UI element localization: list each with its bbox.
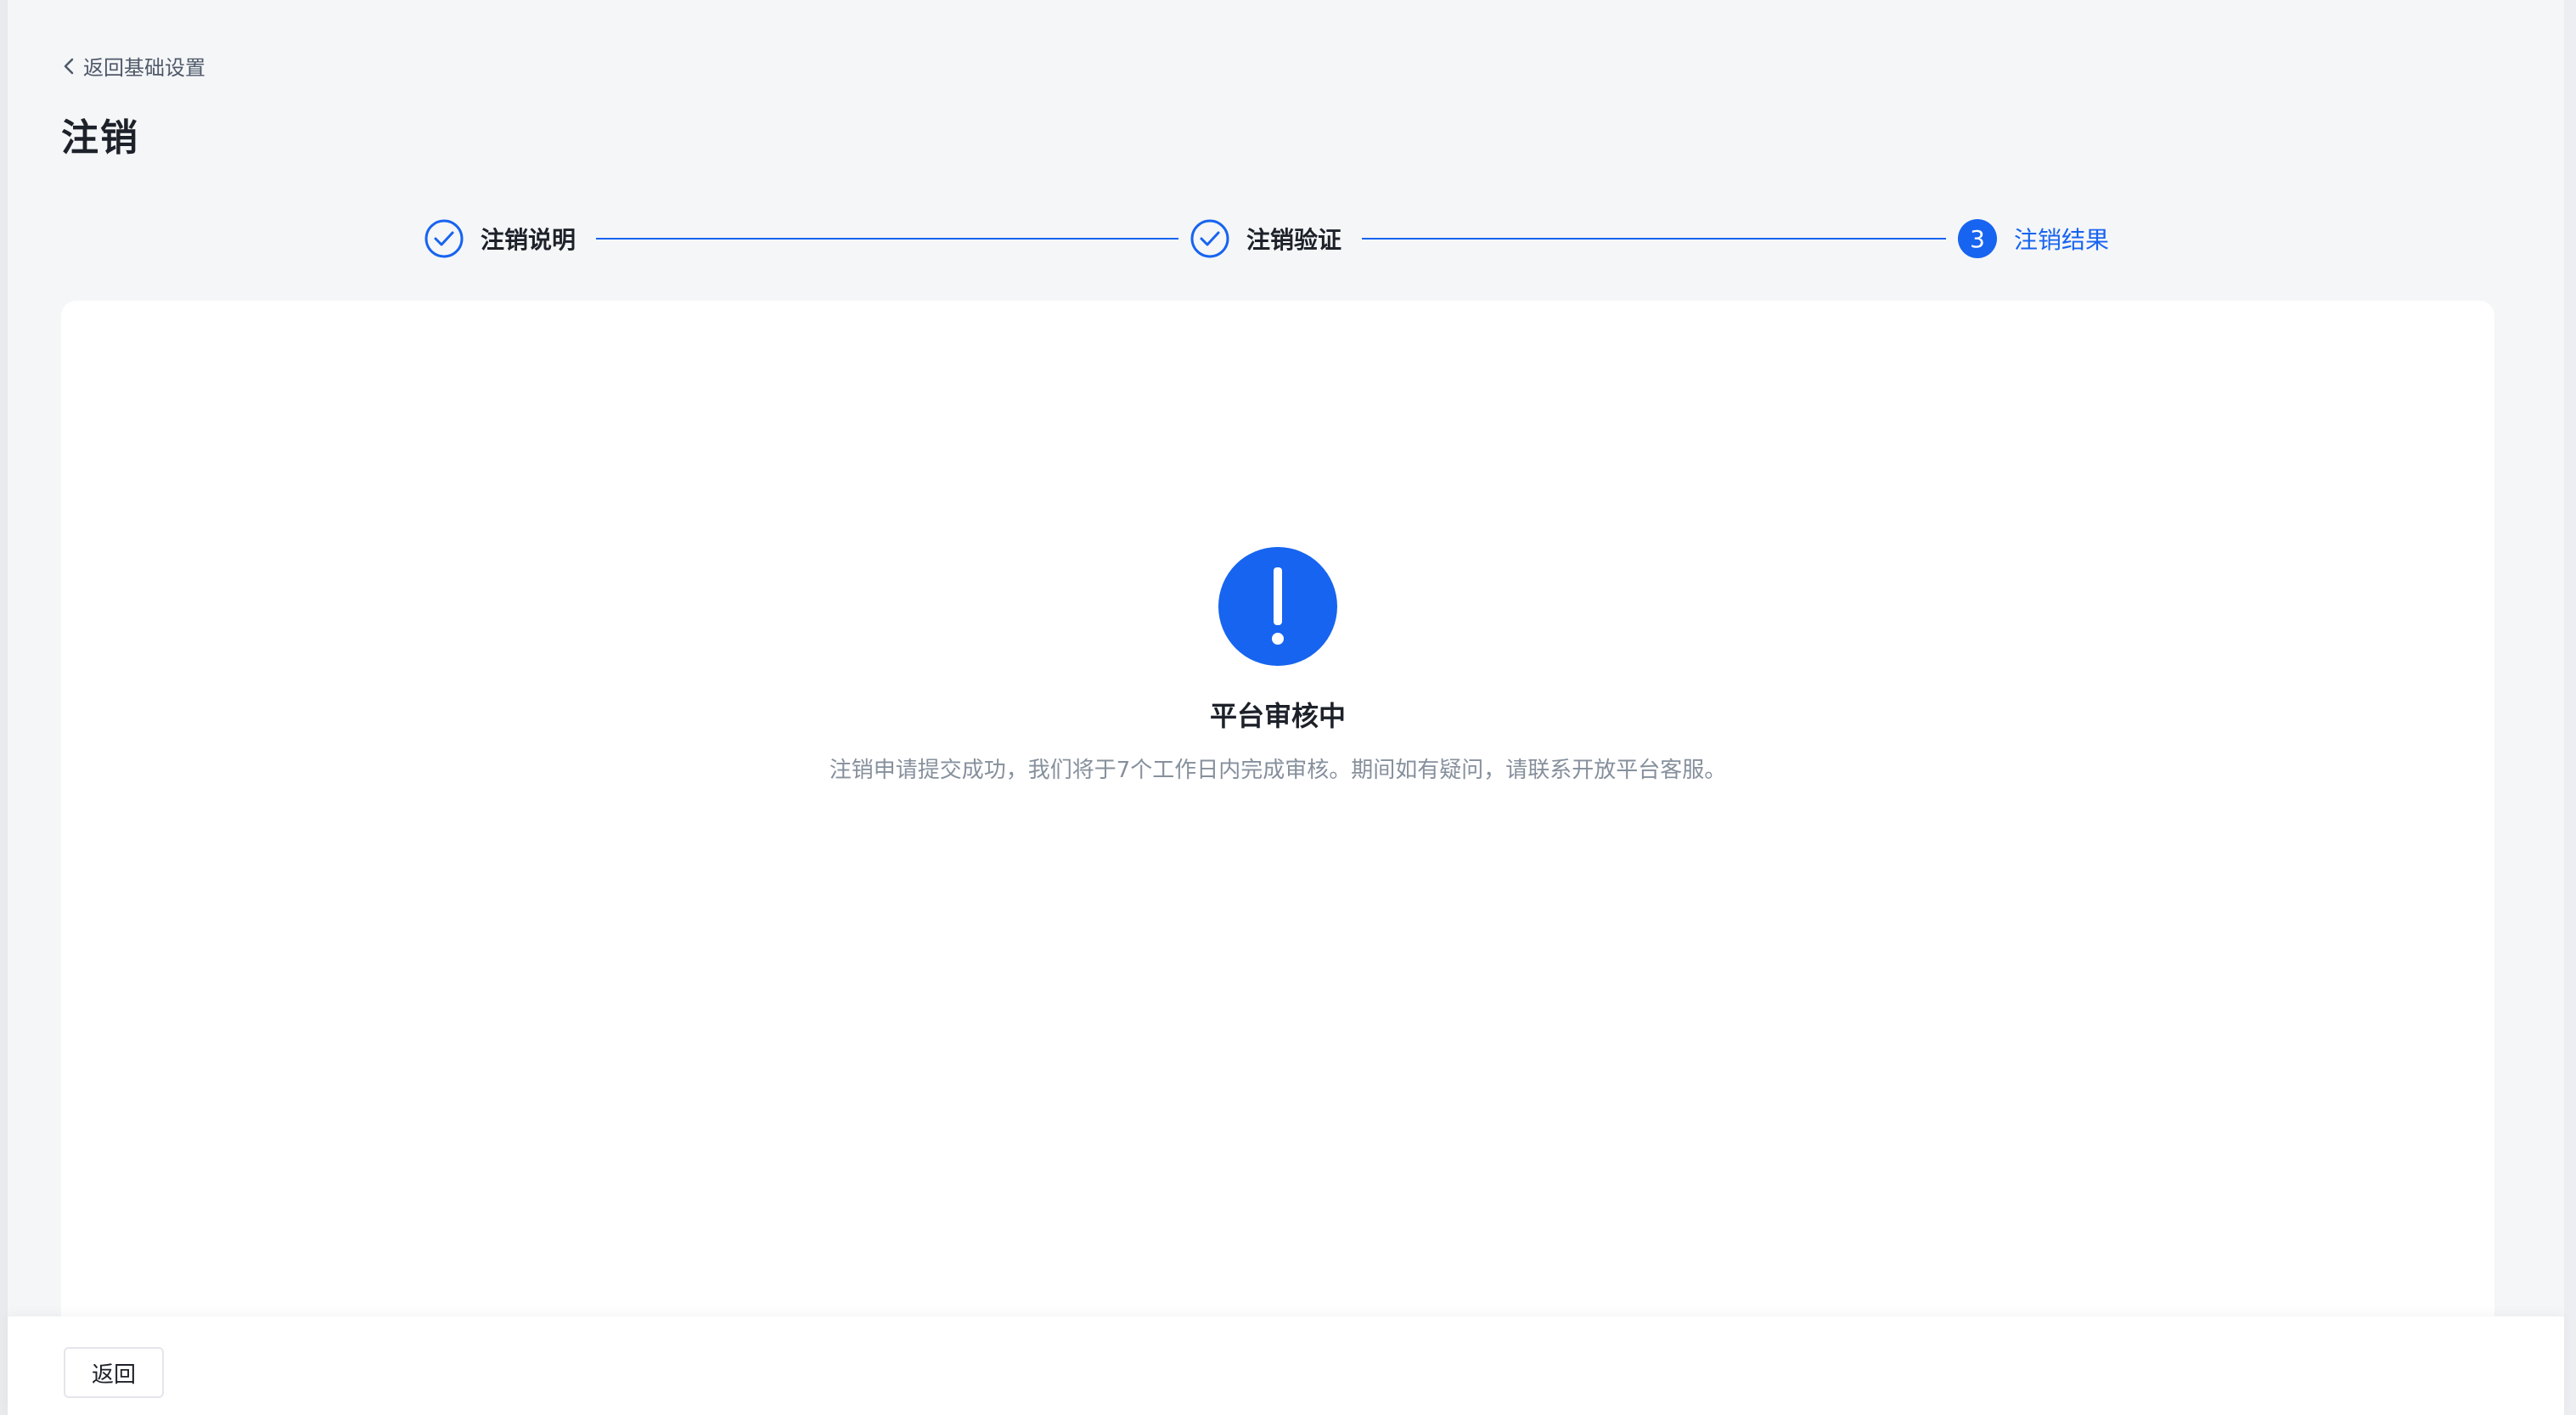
result-title: 平台审核中: [1209, 700, 1346, 732]
left-edge: [0, 0, 8, 1415]
chevron-left-icon: [64, 58, 74, 74]
footer-bar: 返回: [8, 1316, 2564, 1415]
back-to-basic-settings-link[interactable]: 返回基础设置: [61, 51, 205, 81]
back-link-label: 返回基础设置: [83, 56, 205, 80]
steps-progress: 注销说明 注销验证 3 注销结果: [425, 216, 2123, 262]
step-1-label: 注销说明: [481, 226, 577, 254]
back-button[interactable]: 返回: [64, 1347, 164, 1398]
step-2: 注销验证: [1190, 216, 1341, 262]
step-3-label: 注销结果: [2014, 226, 2110, 254]
exclamation-circle-icon: [1218, 547, 1337, 666]
result-description: 注销申请提交成功，我们将于7个工作日内完成审核。期间如有疑问，请联系开放平台客服…: [829, 758, 1727, 783]
step-1: 注销说明: [425, 216, 576, 262]
result-section: 平台审核中 注销申请提交成功，我们将于7个工作日内完成审核。期间如有疑问，请联系…: [61, 547, 2494, 784]
step-3: 3 注销结果: [1958, 216, 2109, 262]
scrollbar-track[interactable]: [2564, 0, 2576, 1415]
page-title: 注销: [61, 116, 139, 160]
step-3-number: 3: [1958, 219, 1997, 258]
step-connector-2: [1362, 238, 1946, 240]
step-connector-1: [596, 238, 1178, 240]
step-2-label: 注销验证: [1246, 226, 1342, 254]
page: 返回基础设置 注销 注销说明 注销验证 3 注销结果 平台审核中 注销申请提交成…: [0, 0, 2576, 1415]
result-card: 平台审核中 注销申请提交成功，我们将于7个工作日内完成审核。期间如有疑问，请联系…: [61, 301, 2494, 1415]
check-circle-icon: [1190, 219, 1229, 258]
check-circle-icon: [425, 219, 464, 258]
